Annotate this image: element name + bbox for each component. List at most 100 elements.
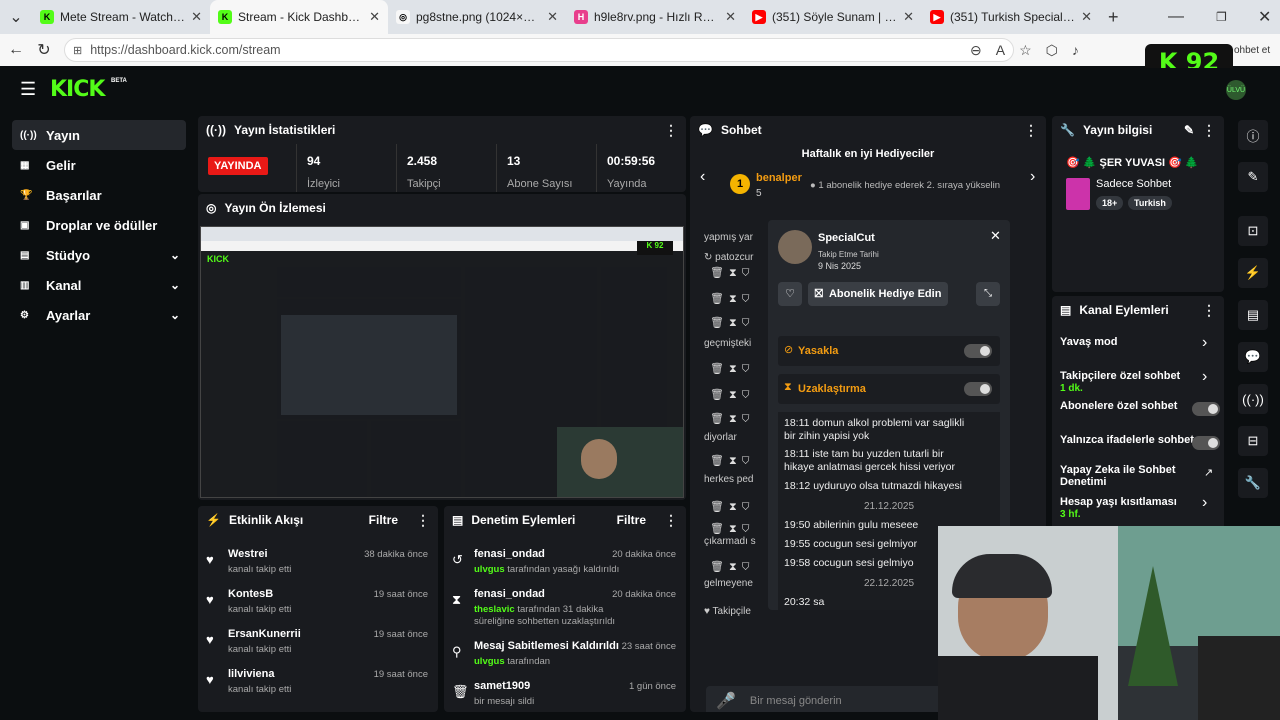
chevron-right-icon[interactable]: ›	[1202, 494, 1207, 512]
channel-action-item[interactable]: Yapay Zeka ile Sohbet Denetimi	[1060, 464, 1220, 488]
channel-actions-menu-icon[interactable]: ⋮	[1202, 302, 1216, 319]
activity-user[interactable]: ErsanKunerrii	[228, 628, 301, 640]
moderation-filter-button[interactable]: Filtre	[617, 513, 646, 527]
zoom-icon[interactable]: ⊖	[970, 42, 982, 59]
activity-user[interactable]: Westrei	[228, 548, 268, 560]
browser-tab[interactable]: ▶ (351) Söyle Sunam | 70'ler / 8 ✕	[744, 0, 922, 34]
broadcast-nav-icon[interactable]: ((·))	[1238, 384, 1268, 414]
close-tab-icon[interactable]: ✕	[191, 9, 202, 25]
activity-item[interactable]: ♥ Westrei kanalı takip etti 38 dakika önce	[198, 544, 438, 584]
mod-quick-actions[interactable]: 🗑⧗⛉	[710, 388, 755, 402]
mod-quick-actions[interactable]: 🗑⧗⛉	[710, 522, 755, 536]
tab-list-icon[interactable]: ⌄	[0, 7, 32, 27]
mod-quick-actions[interactable]: 🗑⧗⛉	[710, 362, 755, 376]
moderation-target[interactable]: fenasi_ondad	[474, 588, 545, 600]
tag-turkish[interactable]: Turkish	[1128, 196, 1172, 210]
media-icon[interactable]: ♪	[1072, 42, 1079, 58]
close-tab-icon[interactable]: ✕	[1081, 9, 1092, 25]
moderation-target[interactable]: fenasi_ondad	[474, 548, 545, 560]
moderation-item[interactable]: ⚲ Mesaj Sabitlemesi Kaldırıldı ulvgus tara…	[444, 636, 686, 676]
sidebar-item[interactable]: ▣ Droplar ve ödüller	[12, 210, 186, 240]
read-aloud-icon[interactable]: A	[996, 42, 1005, 58]
edit-icon[interactable]: ✎	[1184, 123, 1194, 137]
follow-heart-button[interactable]: ♡	[778, 282, 802, 306]
moderation-item[interactable]: ⧗ fenasi_ondad theslavic tarafından 31 dak…	[444, 584, 686, 627]
avatar[interactable]: ÜLVÜ	[1226, 80, 1246, 100]
moderation-item[interactable]: ↺ fenasi_ondad ulvgus tarafından yasağı ka…	[444, 544, 686, 584]
moderator-name[interactable]: ulvgus	[474, 656, 505, 667]
gifter-name[interactable]: benalper	[756, 172, 802, 184]
moderation-item[interactable]: 🗑 samet1909 bir mesajı sildi 1 gün önce	[444, 676, 686, 712]
chat-nav-icon[interactable]: 💬	[1238, 342, 1268, 372]
category-name[interactable]: Sadece Sohbet	[1096, 178, 1171, 190]
close-window-icon[interactable]: ✕	[1258, 7, 1271, 27]
mute-button[interactable]: ⤡	[976, 282, 1000, 306]
close-tab-icon[interactable]: ✕	[547, 9, 558, 25]
kick-logo[interactable]: KICK	[50, 77, 105, 102]
sidebar-item[interactable]: 🏆 Başarılar	[12, 180, 186, 210]
mod-quick-actions[interactable]: 🗑⧗⛉	[710, 454, 755, 468]
close-tab-icon[interactable]: ✕	[725, 9, 736, 25]
minimize-icon[interactable]: —	[1168, 8, 1184, 26]
gift-sub-button[interactable]: ⛝ Abonelik Hediye Edin	[808, 282, 948, 306]
sidebar-item[interactable]: ((·)) Yayın	[12, 120, 186, 150]
mod-quick-actions[interactable]: 🗑⧗⛉	[710, 500, 755, 514]
url-field[interactable]: ⊞ https://dashboard.kick.com/stream	[64, 38, 1014, 62]
menu-icon[interactable]: ☰	[20, 79, 36, 100]
sidebar-item[interactable]: ▦ Gelir	[12, 150, 186, 180]
new-tab-button[interactable]: +	[1108, 7, 1119, 28]
moderation-menu-icon[interactable]: ⋮	[664, 512, 678, 529]
channel-action-toggle[interactable]	[1192, 436, 1220, 450]
user-card-avatar[interactable]	[778, 230, 812, 264]
mod-quick-actions[interactable]: 🗑⧗⛉	[710, 316, 755, 330]
stream-preview[interactable]: KICK K 92	[200, 226, 684, 498]
chevron-right-icon[interactable]: ›	[1202, 368, 1207, 386]
browser-tab[interactable]: K Stream - Kick Dashboard ✕	[210, 0, 388, 34]
chat-menu-icon[interactable]: ⋮	[1024, 122, 1038, 139]
sidebar-item[interactable]: ⚙ Ayarlar ⌄	[12, 300, 186, 330]
info-menu-icon[interactable]: ⋮	[1202, 122, 1216, 139]
back-icon[interactable]: ←	[2, 41, 30, 59]
mod-quick-actions[interactable]: 🗑⧗⛉	[710, 292, 755, 306]
sidebar-item[interactable]: ▥ Kanal ⌄	[12, 270, 186, 300]
activity-item[interactable]: ♥ ErsanKunerrii kanalı takip etti 19 saat ö…	[198, 624, 438, 664]
wrench-nav-icon[interactable]: 🔧	[1238, 468, 1268, 498]
activity-menu-icon[interactable]: ⋮	[416, 512, 430, 529]
moderation-nav-icon[interactable]: ⊟	[1238, 426, 1268, 456]
tag-18[interactable]: 18+	[1096, 196, 1124, 210]
close-tab-icon[interactable]: ✕	[369, 9, 380, 25]
channel-action-toggle[interactable]	[1192, 402, 1220, 416]
mod-quick-actions[interactable]: 🗑⧗⛉	[710, 560, 755, 574]
mod-quick-actions[interactable]: 🗑⧗⛉	[710, 266, 755, 280]
moderation-target[interactable]: samet1909	[474, 680, 530, 692]
camera-icon[interactable]: ⊡	[1238, 216, 1268, 246]
moderator-name[interactable]: ulvgus	[474, 564, 505, 575]
activity-user[interactable]: KontesB	[228, 588, 273, 600]
info-icon[interactable]: ⓘ	[1238, 120, 1268, 150]
favorite-icon[interactable]: ☆	[1019, 42, 1032, 59]
browser-tab[interactable]: Hh9le8rv.png - Hızlı Resim ✕	[566, 0, 744, 34]
mod-quick-actions[interactable]: 🗑⧗⛉	[710, 412, 755, 426]
browser-tab[interactable]: K Mete Stream - Watch Live on ✕	[32, 0, 210, 34]
activity-user[interactable]: lilviviena	[228, 668, 274, 680]
sidebar-item[interactable]: ▤ Stüdyo ⌄	[12, 240, 186, 270]
user-card-name[interactable]: SpecialCut	[818, 232, 875, 244]
extensions-icon[interactable]: ⬡	[1046, 42, 1058, 59]
browser-tab[interactable]: ◎ pg8stne.png (1024×572) ✕	[388, 0, 566, 34]
document-icon[interactable]: ▤	[1238, 300, 1268, 330]
close-tab-icon[interactable]: ✕	[903, 9, 914, 25]
activity-item[interactable]: ♥ lilviviena kanalı takip etti 19 saat önce	[198, 664, 438, 704]
moderation-target[interactable]: Mesaj Sabitlemesi Kaldırıldı	[474, 640, 619, 652]
gifter-prev-icon[interactable]: ‹	[700, 168, 705, 186]
close-icon[interactable]: ✕	[990, 228, 1001, 244]
site-info-icon[interactable]: ⊞	[73, 44, 82, 57]
channel-action-item[interactable]: Takipçilere özel sohbet 1 dk.	[1060, 370, 1220, 394]
activity-item[interactable]: ♥ KontesB kanalı takip etti 19 saat önce	[198, 584, 438, 624]
reload-icon[interactable]: ↻	[30, 40, 58, 60]
pen-icon[interactable]: ✎	[1238, 162, 1268, 192]
moderator-name[interactable]: theslavic	[474, 604, 515, 615]
timeout-toggle[interactable]	[964, 382, 992, 396]
ban-toggle[interactable]	[964, 344, 992, 358]
channel-action-item[interactable]: Yavaş mod	[1060, 336, 1220, 348]
stats-menu-icon[interactable]: ⋮	[664, 122, 678, 139]
